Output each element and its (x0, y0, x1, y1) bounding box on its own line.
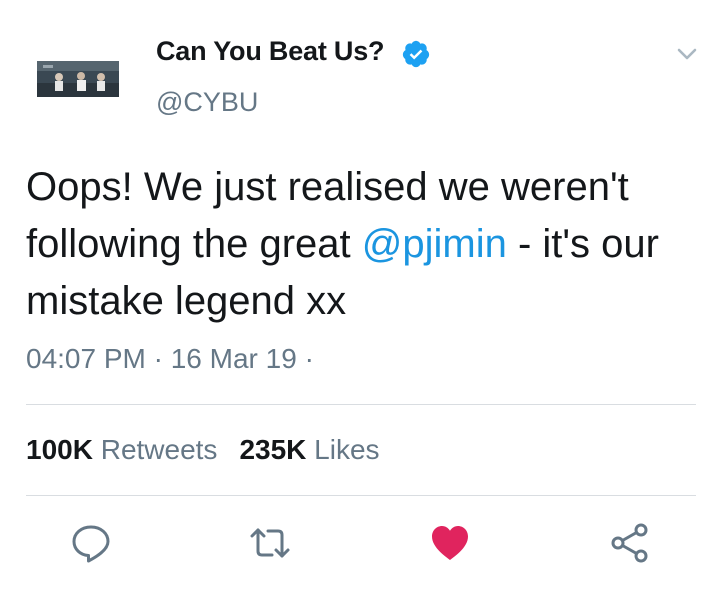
share-button[interactable] (608, 521, 652, 565)
likes-label[interactable]: Likes (314, 434, 379, 465)
avatar[interactable] (37, 61, 119, 97)
display-name[interactable]: Can You Beat Us? (156, 36, 385, 67)
reply-icon (72, 525, 110, 563)
retweets-count[interactable]: 100K (26, 434, 93, 465)
reply-button[interactable] (69, 521, 113, 565)
likes-count[interactable]: 235K (239, 434, 306, 465)
retweet-button[interactable] (248, 521, 292, 565)
heart-icon (432, 526, 468, 560)
retweet-icon (250, 528, 290, 558)
tweet-card: Can You Beat Us? @CYBU Oops! We just rea… (0, 0, 720, 595)
mention-link[interactable]: @pjimin (362, 222, 507, 266)
verified-badge-icon (401, 39, 431, 69)
chevron-down-icon[interactable] (673, 40, 701, 68)
tweet-text: Oops! We just realised we weren't follow… (26, 159, 706, 330)
stats-row: 100K Retweets 235K Likes (26, 434, 380, 466)
timestamp[interactable]: 04:07 PM · 16 Mar 19 · (26, 343, 314, 375)
divider (26, 495, 696, 496)
like-button[interactable] (428, 521, 472, 565)
retweets-label[interactable]: Retweets (101, 434, 218, 465)
share-icon (611, 523, 648, 563)
handle[interactable]: @CYBU (156, 87, 258, 118)
divider (26, 404, 696, 405)
